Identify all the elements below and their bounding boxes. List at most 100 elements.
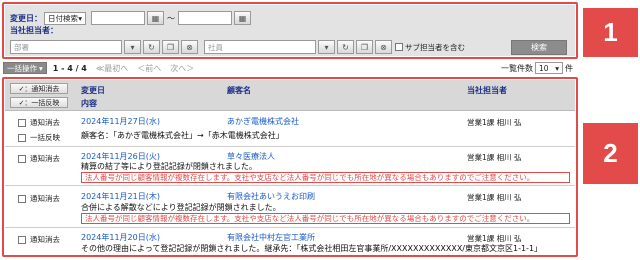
date-from-input[interactable] xyxy=(91,11,145,25)
search-button[interactable]: 検索 xyxy=(511,40,567,55)
table-header: ✓：通知消去 ✓：一括反映 変更日 内容 顧客名 当社担当者 xyxy=(5,80,575,111)
customer-link[interactable]: 有限会社中村左官工業所 xyxy=(227,232,315,243)
employee-input[interactable]: 社員 xyxy=(204,40,316,54)
per-page-unit: 件 xyxy=(565,63,573,73)
table-body: 通知消去 一括反映 2024年11月27日(水) あかぎ電機株式会社 営業1課 … xyxy=(5,112,575,255)
date-range-separator: 〜 xyxy=(167,13,175,23)
staff-name: 営業1課 相川 弘 xyxy=(467,153,522,162)
clear-notice-action: 通知消去 xyxy=(18,153,60,164)
staff-label: 当社担当者： xyxy=(10,26,58,35)
callout-badge-2: 2 xyxy=(583,123,638,184)
clear-notice-label: 通知消去 xyxy=(30,235,60,244)
list-toolbar: 一括操作 ▾ 1 - 4 / 4 ≪最初へ ＜前へ 次へ＞ 一覧件数 10 ▾ 件 xyxy=(3,61,573,75)
clear-notice-label: 通知消去 xyxy=(30,194,60,203)
copy-icon: ❐ xyxy=(360,42,369,52)
clear-notice-action: 通知消去 xyxy=(18,193,60,204)
employee-dropdown-button[interactable]: ▾ xyxy=(318,40,335,54)
change-date-link[interactable]: 2024年11月27日(水) xyxy=(81,116,160,127)
results-table: ✓：通知消去 ✓：一括反映 変更日 内容 顧客名 当社担当者 通知消去 一括反映… xyxy=(2,77,578,257)
dept-placeholder: 部署 xyxy=(14,42,29,52)
sub-staff-checkbox[interactable] xyxy=(395,43,403,51)
search-panel: 変更日： 日付検索 ▾ ▦ 〜 ▦ 当社担当者： 部署 ▾ ↻ ❐ ⊗ 社員 ▾ … xyxy=(2,2,578,59)
clear-notice-checkbox[interactable] xyxy=(18,235,26,244)
clear-icon: ⊗ xyxy=(380,42,387,52)
search-panel-body: 変更日： 日付検索 ▾ ▦ 〜 ▦ 当社担当者： 部署 ▾ ↻ ❐ ⊗ 社員 ▾ … xyxy=(5,5,575,56)
chevron-down-icon: ▾ xyxy=(324,42,329,52)
change-content: 合併による解散などにより登記記録が閉鎖されました。 xyxy=(81,203,281,212)
duplicate-corp-number-warning: 法人番号が同じ顧客情報が複数存在します。支社や支店など法人番号が同じでも所在地が… xyxy=(81,213,570,224)
table-row: 通知消去 2024年11月20日(水) 有限会社中村左官工業所 営業1課 相川 … xyxy=(5,229,575,255)
change-content: その他の理由によって登記記録が閉鎖されました。継承先：「株式会社相田左官事業所/… xyxy=(81,244,543,253)
dept-clear-button[interactable]: ⊗ xyxy=(181,40,198,54)
chevron-down-icon: ▾ xyxy=(130,42,135,52)
clear-icon: ⊗ xyxy=(186,42,193,52)
employee-clear-button[interactable]: ⊗ xyxy=(375,40,392,54)
date-from-calendar-button[interactable]: ▦ xyxy=(147,11,164,25)
revert-checkbox[interactable] xyxy=(18,133,26,142)
per-page-label: 一覧件数 xyxy=(501,63,533,73)
table-row: 通知消去 2024年11月21日(木) 有限会社あいうえお印刷 営業1課 相川 … xyxy=(5,187,575,228)
per-page-value: 10 xyxy=(539,63,549,73)
column-header-content: 内容 xyxy=(81,99,97,108)
column-header-change-date: 変更日 xyxy=(81,86,105,95)
change-date-row: 変更日： 日付検索 ▾ ▦ 〜 ▦ xyxy=(10,11,251,25)
calendar-icon: ▦ xyxy=(151,13,160,23)
staff-row: 部署 ▾ ↻ ❐ ⊗ 社員 ▾ ↻ ❐ ⊗ サブ担当者を含む xyxy=(10,40,465,54)
change-content: 精算の結了等により登記記録が閉鎖されました。 xyxy=(81,162,257,171)
employee-placeholder: 社員 xyxy=(208,42,223,52)
bulk-action-button[interactable]: 一括操作 ▾ xyxy=(3,62,47,74)
per-page-select[interactable]: 10 ▾ xyxy=(535,62,563,74)
dept-copy-button[interactable]: ❐ xyxy=(162,40,179,54)
clear-notice-checkbox[interactable] xyxy=(18,194,26,203)
clear-notice-checkbox[interactable] xyxy=(18,118,26,127)
dept-dropdown-button[interactable]: ▾ xyxy=(124,40,141,54)
clear-notice-label: 通知消去 xyxy=(30,118,60,127)
pager: 1 - 4 / 4 ≪最初へ ＜前へ 次へ＞ xyxy=(53,63,194,74)
date-mode-select[interactable]: 日付検索 ▾ xyxy=(44,11,86,25)
staff-name: 営業1課 相川 弘 xyxy=(467,193,522,202)
date-mode-value: 日付検索 xyxy=(48,13,78,23)
column-header-staff: 当社担当者 xyxy=(467,86,507,95)
date-to-input[interactable] xyxy=(178,11,232,25)
date-to-calendar-button[interactable]: ▦ xyxy=(234,11,251,25)
bulk-revert-button[interactable]: ✓：一括反映 xyxy=(10,97,68,108)
customer-link[interactable]: 有限会社あいうえお印刷 xyxy=(227,191,315,202)
employee-copy-button[interactable]: ❐ xyxy=(356,40,373,54)
chevron-down-icon: ▾ xyxy=(555,63,559,73)
chevron-down-icon: ▾ xyxy=(39,63,43,73)
bulk-clear-notice-button[interactable]: ✓：通知消去 xyxy=(10,83,68,94)
pager-next-link[interactable]: 次へ＞ xyxy=(170,63,194,74)
dept-refresh-button[interactable]: ↻ xyxy=(143,40,160,54)
pager-first-link[interactable]: ≪最初へ xyxy=(96,63,128,74)
clear-notice-label: 通知消去 xyxy=(30,154,60,163)
refresh-icon: ↻ xyxy=(148,42,155,52)
change-date-link[interactable]: 2024年11月21日(木) xyxy=(81,191,160,202)
bulk-action-label: 一括操作 xyxy=(7,63,37,73)
pager-prev-link[interactable]: ＜前へ xyxy=(137,63,161,74)
copy-icon: ❐ xyxy=(166,42,175,52)
chevron-down-icon: ▾ xyxy=(78,13,82,23)
duplicate-corp-number-warning: 法人番号が同じ顧客情報が複数存在します。支社や支店など法人番号が同じでも所在地が… xyxy=(81,172,570,183)
callout-badge-1: 1 xyxy=(583,8,638,57)
table-row: 通知消去 一括反映 2024年11月27日(水) あかぎ電機株式会社 営業1課 … xyxy=(5,112,575,147)
change-content: 顧客名：「あかぎ電機株式会社」→「赤木電機株式会社」 xyxy=(81,131,284,140)
per-page-control: 一覧件数 10 ▾ 件 xyxy=(501,62,573,74)
revert-label: 一括反映 xyxy=(30,133,60,142)
record-count: 1 - 4 / 4 xyxy=(52,63,87,73)
table-row: 通知消去 2024年11月26日(火) 草々医療法人 営業1課 相川 弘 精算の… xyxy=(5,148,575,186)
sub-staff-label: サブ担当者を含む xyxy=(405,42,465,52)
calendar-icon: ▦ xyxy=(238,13,247,23)
staff-label-row: 当社担当者： xyxy=(10,25,58,36)
staff-name: 営業1課 相川 弘 xyxy=(467,118,522,127)
customer-link[interactable]: あかぎ電機株式会社 xyxy=(227,116,299,127)
revert-action: 一括反映 xyxy=(18,132,60,143)
dept-input[interactable]: 部署 xyxy=(10,40,122,54)
change-date-label: 変更日： xyxy=(10,13,42,23)
clear-notice-action: 通知消去 xyxy=(18,117,60,128)
refresh-icon: ↻ xyxy=(342,42,349,52)
change-date-link[interactable]: 2024年11月20日(水) xyxy=(81,232,160,243)
employee-refresh-button[interactable]: ↻ xyxy=(337,40,354,54)
clear-notice-checkbox[interactable] xyxy=(18,154,26,163)
clear-notice-action: 通知消去 xyxy=(18,234,60,245)
column-header-customer: 顧客名 xyxy=(227,86,251,95)
